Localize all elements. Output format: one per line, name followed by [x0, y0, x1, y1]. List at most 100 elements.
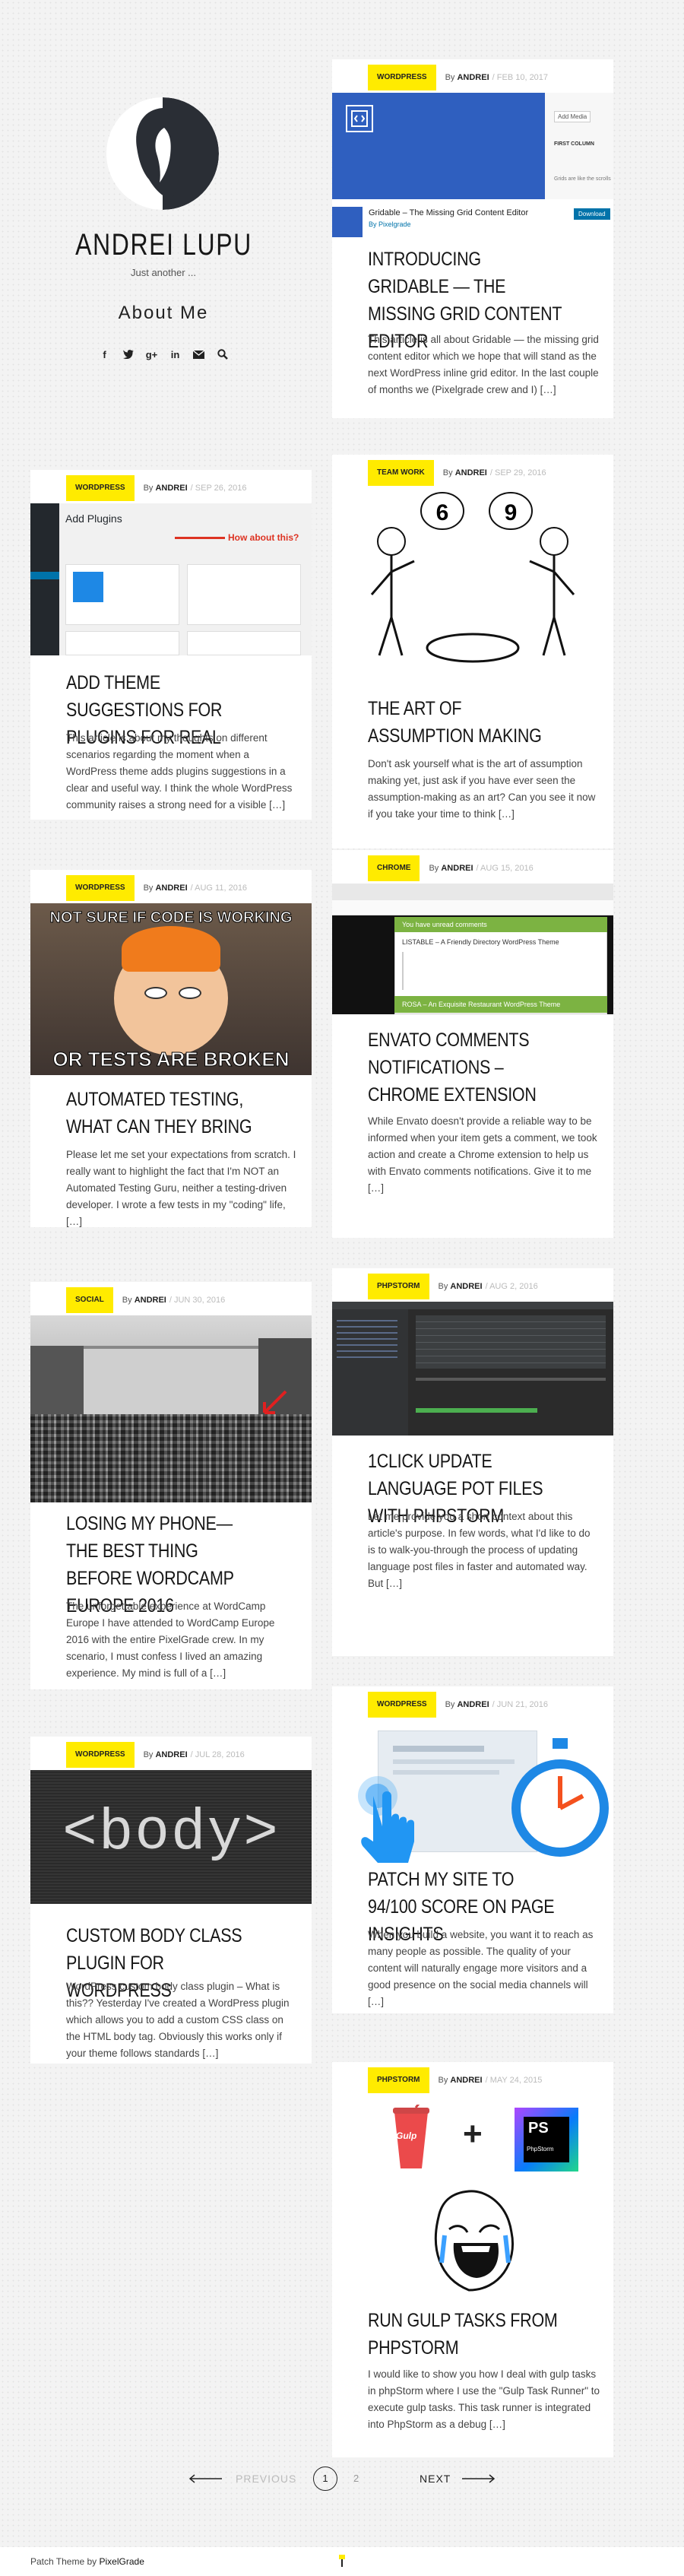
post-thumbnail[interactable]	[30, 1315, 312, 1502]
post-thumbnail[interactable]	[332, 1302, 613, 1436]
thumb-item-2: ROSA – An Exquisite Restaurant WordPress…	[394, 996, 607, 1013]
post-date: / AUG 15, 2016	[476, 864, 534, 873]
author-link[interactable]: ANDREI	[450, 1282, 482, 1291]
about-me-link[interactable]: About Me	[46, 303, 281, 324]
post-date: / FEB 10, 2017	[492, 73, 549, 82]
author-link[interactable]: ANDREI	[457, 1700, 489, 1709]
category-badge[interactable]: WORDPRESS	[368, 1692, 436, 1718]
meme-bottom-text: OR TESTS ARE BROKEN	[52, 1048, 290, 1071]
site-footer: Patch Theme by PixelGrade	[0, 2547, 684, 2576]
post-excerpt: This article is about my thoughts on dif…	[66, 732, 293, 811]
thumb-body-text: <body>	[62, 1800, 280, 1866]
author-link[interactable]: ANDREI	[135, 1296, 166, 1305]
post-excerpt: When you build a website, you want it to…	[368, 1929, 594, 2007]
post-meta: PHPSTORM By ANDREI / MAY 24, 2015	[368, 2067, 542, 2093]
post-thumbnail[interactable]	[332, 1720, 613, 1864]
thumb-caption: Gridable – The Missing Grid Content Edit…	[369, 208, 529, 217]
thumb-plus: +	[463, 2115, 483, 2152]
page-current: 1	[313, 2467, 337, 2491]
post-thumbnail[interactable]: Gulp + PS PhpStorm	[332, 2095, 613, 2293]
post-excerpt: Please let me set your expectations from…	[66, 1149, 296, 1227]
post-date: / SEP 26, 2016	[190, 484, 247, 493]
category-badge[interactable]: WORDPRESS	[66, 1742, 135, 1768]
post-excerpt: I would like to show you how I deal with…	[368, 2368, 600, 2430]
post-thumbnail[interactable]: 6 9	[332, 488, 613, 671]
post-byline: By ANDREI	[143, 884, 188, 893]
post-excerpt: Let me provide you a short context about…	[368, 1511, 591, 1589]
post-byline: By ANDREI	[438, 2076, 483, 2085]
page-2-link[interactable]: 2	[353, 2473, 359, 2484]
post-date: / AUG 2, 2016	[485, 1282, 538, 1291]
post-title[interactable]: ENVATO COMMENTS NOTIFICATIONS – CHROME E…	[368, 1026, 596, 1109]
post-meta: SOCIAL By ANDREI / JUN 30, 2016	[66, 1287, 225, 1313]
post-title[interactable]: AUTOMATED TESTING, WHAT CAN THEY BRING	[66, 1086, 294, 1140]
post-meta: WORDPRESS By ANDREI / FEB 10, 2017	[368, 65, 548, 90]
post-date: / AUG 11, 2016	[190, 884, 248, 893]
category-badge[interactable]: WORDPRESS	[368, 65, 436, 90]
twitter-icon[interactable]	[122, 348, 135, 360]
thumb-phpstorm-label: PhpStorm	[527, 2146, 554, 2152]
author-link[interactable]: ANDREI	[455, 468, 487, 477]
post-byline: By ANDREI	[143, 484, 188, 493]
post-card: CHROME By ANDREI / AUG 15, 2016 You have…	[332, 850, 613, 1238]
post-byline: By ANDREI	[445, 73, 489, 82]
category-badge[interactable]: WORDPRESS	[66, 475, 135, 501]
post-thumbnail[interactable]: You have unread comments LISTABLE – A Fr…	[332, 884, 613, 1014]
search-icon[interactable]	[217, 348, 229, 360]
post-card: WORDPRESS By ANDREI / SEP 26, 2016 Add P…	[30, 470, 312, 820]
post-card: WORDPRESS By ANDREI / FEB 10, 2017 Add M…	[332, 59, 613, 418]
thumb-bubble-left: 6	[436, 500, 449, 525]
thumb-download-button: Download	[574, 208, 610, 220]
site-logo[interactable]	[106, 97, 219, 210]
thumb-sub: By Pixelgrade	[369, 220, 411, 228]
scroll-top-icon[interactable]	[337, 2555, 347, 2568]
meme-top-text: NOT SURE IF CODE IS WORKING	[49, 909, 293, 927]
google-plus-icon[interactable]: g+	[146, 348, 158, 360]
post-card: WORDPRESS By ANDREI / JUN 21, 2016 PATCH…	[332, 1686, 613, 2013]
thumb-gulp-label: Gulp	[396, 2130, 417, 2141]
author-link[interactable]: ANDREI	[155, 884, 187, 893]
thumb-column-label: FIRST COLUMN	[554, 141, 594, 147]
post-excerpt: This article is all about Gridable — the…	[368, 334, 599, 395]
next-link[interactable]: NEXT	[420, 2473, 451, 2485]
author-link[interactable]: ANDREI	[457, 73, 489, 82]
thumb-add-media: Add Media	[554, 111, 591, 122]
author-link[interactable]: ANDREI	[441, 864, 473, 873]
post-thumbnail[interactable]: <body>	[30, 1770, 312, 1904]
post-date: / JUN 30, 2016	[169, 1296, 226, 1305]
post-thumbnail[interactable]: Add Plugins How about this?	[30, 503, 312, 655]
post-byline: By ANDREI	[122, 1296, 166, 1305]
post-title[interactable]: RUN GULP TASKS FROM PHPSTORM	[368, 2307, 596, 2362]
author-link[interactable]: ANDREI	[450, 2076, 482, 2085]
author-link[interactable]: ANDREI	[155, 1750, 187, 1759]
category-badge[interactable]: TEAM WORK	[368, 460, 434, 486]
category-badge[interactable]: CHROME	[368, 855, 420, 881]
pagination: PREVIOUS 1 2 NEXT	[0, 2463, 684, 2494]
post-excerpt: Don't ask yourself what is the art of as…	[368, 758, 596, 820]
category-badge[interactable]: PHPSTORM	[368, 2067, 429, 2093]
post-byline: By ANDREI	[438, 1282, 483, 1291]
post-thumbnail[interactable]: Add Media FIRST COLUMN Grids are like th…	[332, 93, 613, 245]
post-card: PHPSTORM By ANDREI / MAY 24, 2015 Gulp +…	[332, 2062, 613, 2457]
footer-pixelgrade-link[interactable]: PixelGrade	[100, 2556, 144, 2567]
category-badge[interactable]: SOCIAL	[66, 1287, 113, 1313]
author-link[interactable]: ANDREI	[155, 484, 187, 493]
post-title[interactable]: THE ART OF ASSUMPTION MAKING	[368, 695, 596, 750]
post-excerpt: The unforgettable experience at WordCamp…	[66, 1600, 275, 1679]
post-date: / JUN 21, 2016	[492, 1700, 549, 1709]
post-excerpt: While Envato doesn't provide a reliable …	[368, 1115, 597, 1194]
site-title[interactable]: ANDREI LUPU	[46, 228, 281, 262]
post-thumbnail[interactable]: NOT SURE IF CODE IS WORKING OR TESTS ARE…	[30, 903, 312, 1075]
post-card: PHPSTORM By ANDREI / AUG 2, 2016 1CLICK …	[332, 1268, 613, 1656]
post-meta: WORDPRESS By ANDREI / AUG 11, 2016	[66, 875, 247, 901]
category-badge[interactable]: PHPSTORM	[368, 1274, 429, 1299]
post-meta: WORDPRESS By ANDREI / SEP 26, 2016	[66, 475, 246, 501]
linkedin-icon[interactable]: in	[169, 348, 182, 360]
post-meta: CHROME By ANDREI / AUG 15, 2016	[368, 855, 534, 881]
post-date: / MAY 24, 2015	[485, 2076, 543, 2085]
facebook-icon[interactable]: f	[99, 348, 111, 360]
category-badge[interactable]: WORDPRESS	[66, 875, 135, 901]
mail-icon[interactable]	[193, 348, 205, 360]
previous-link: PREVIOUS	[236, 2473, 297, 2485]
thumb-notice-header: You have unread comments	[394, 917, 607, 932]
